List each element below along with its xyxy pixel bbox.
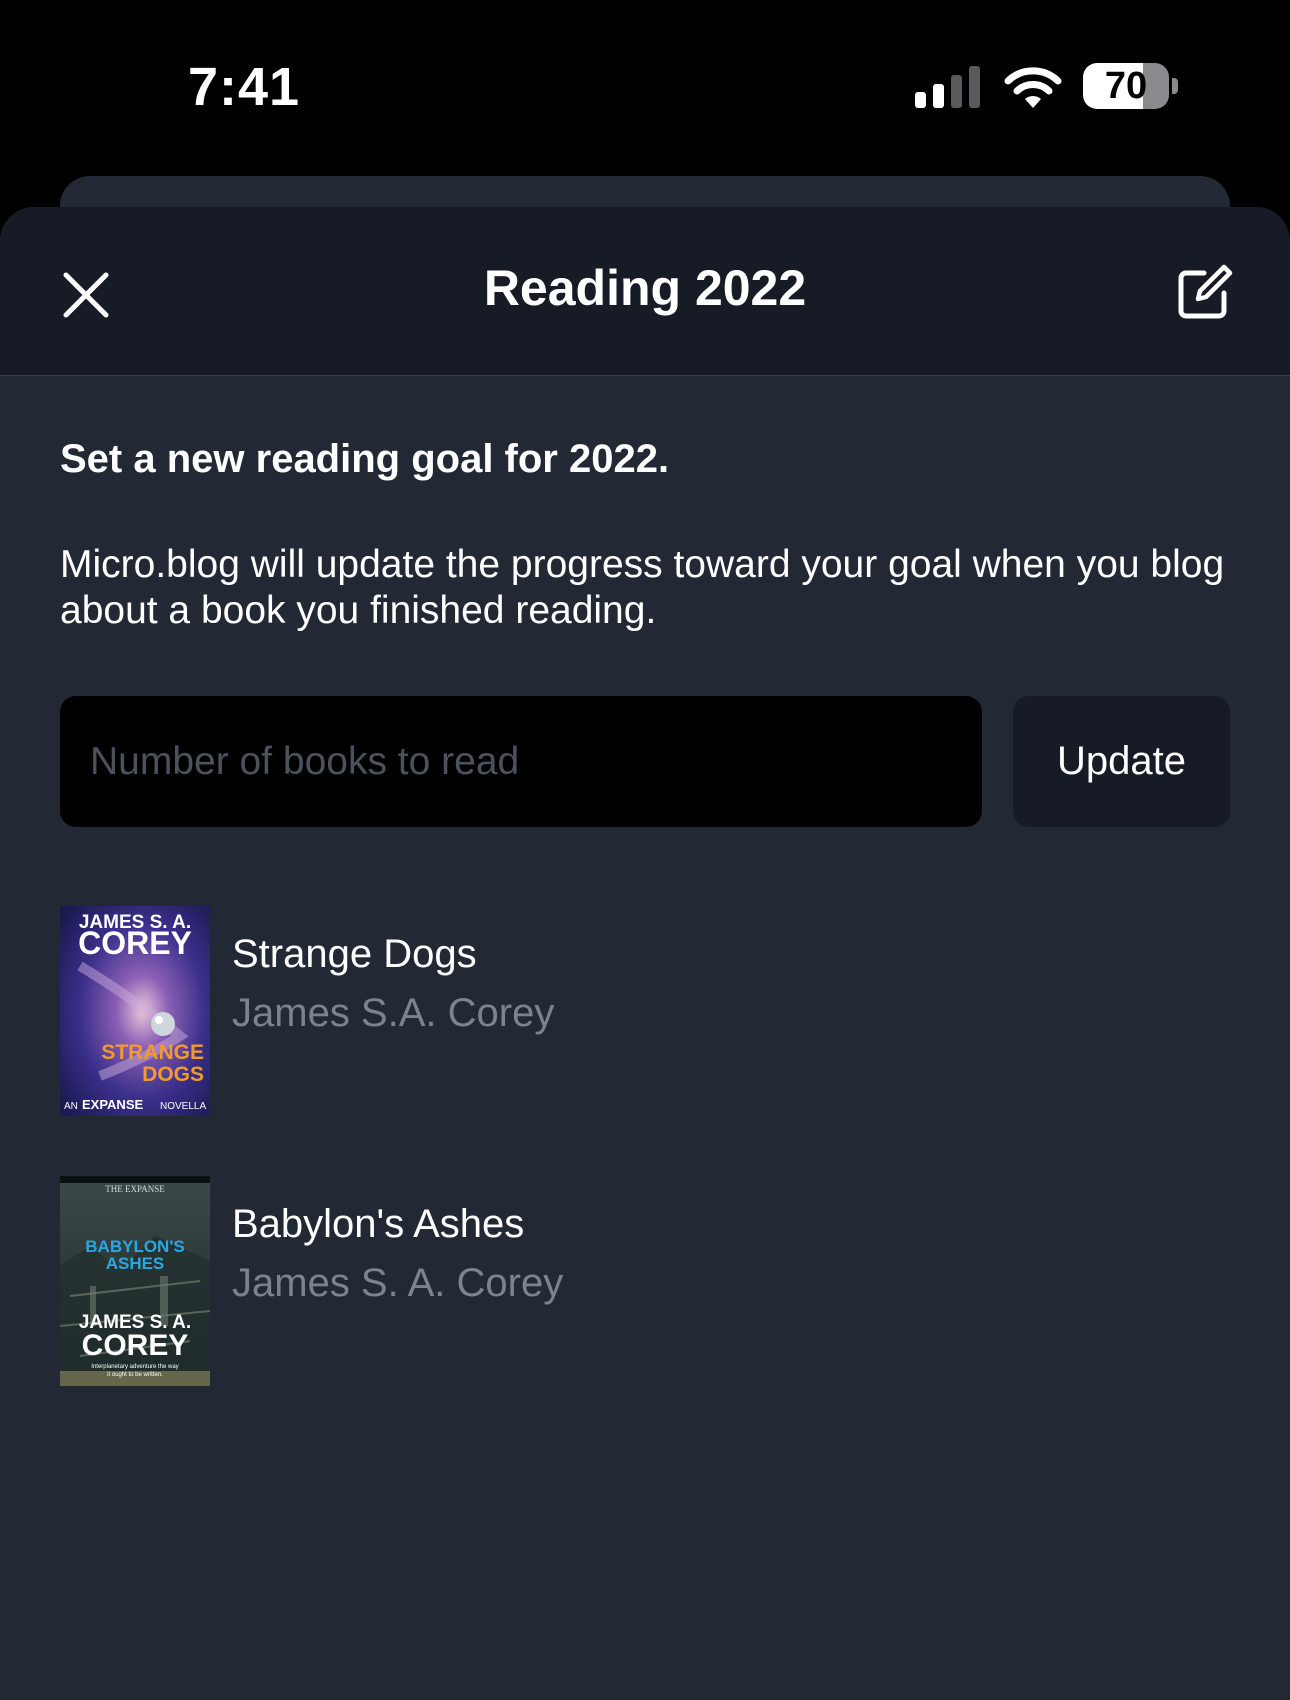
goal-description: Micro.blog will update the progress towa… <box>60 543 1225 632</box>
book-author: James S. A. Corey <box>232 1261 564 1305</box>
cover-author-line2: COREY <box>82 1329 189 1362</box>
cover-title-line2: DOGS <box>142 1063 204 1086</box>
cover-title-line1: STRANGE <box>101 1041 204 1064</box>
goal-heading: Set a new reading goal for 2022. <box>60 437 670 481</box>
cover-series: THE EXPANSE <box>105 1184 165 1194</box>
reading-goal-sheet: Reading 2022 Set a new reading goal for … <box>0 207 1290 1700</box>
status-bar: 7:41 70 <box>0 0 1290 170</box>
page-title: Reading 2022 <box>483 260 807 316</box>
book-title: Babylon's Ashes <box>232 1202 525 1246</box>
cover-blurb-line1: Interplanetary adventure the way <box>91 1364 178 1370</box>
book-author: James S.A. Corey <box>232 991 555 1035</box>
book-row[interactable]: THE EXPANSE BABYLON'S ASHES JAMES S. A. … <box>60 1176 1230 1386</box>
books-goal-input[interactable] <box>60 696 982 827</box>
book-cover-image: THE EXPANSE BABYLON'S ASHES JAMES S. A. … <box>60 1176 210 1386</box>
battery-body: 70 <box>1083 63 1169 109</box>
book-row[interactable]: JAMES S. A. COREY STRANGE DOGS AN EXPANS… <box>60 906 1230 1116</box>
cover-title-line2: ASHES <box>106 1254 165 1273</box>
battery-tip <box>1172 78 1178 94</box>
cover-footer-post: NOVELLA <box>160 1101 206 1112</box>
update-button[interactable]: Update <box>1013 696 1230 827</box>
sheet-header: Reading 2022 <box>0 207 1290 376</box>
battery-percentage: 70 <box>1104 65 1148 107</box>
book-title: Strange Dogs <box>232 932 477 976</box>
cover-footer-pre: AN <box>64 1101 78 1112</box>
cover-blurb-line2: it ought to be written. <box>107 1372 163 1378</box>
cover-author-line2: COREY <box>78 925 192 961</box>
battery-icon: 70 <box>1083 63 1179 111</box>
book-cover-image: JAMES S. A. COREY STRANGE DOGS AN EXPANS… <box>60 906 210 1116</box>
screen: 7:41 70 Reading 2022 Set a new reading g… <box>0 0 1290 1700</box>
cellular-signal-icon <box>915 66 980 108</box>
status-time: 7:41 <box>188 57 301 117</box>
cover-footer-main: EXPANSE <box>82 1097 143 1112</box>
wifi-icon <box>1004 67 1062 108</box>
compose-icon[interactable] <box>1176 263 1234 321</box>
